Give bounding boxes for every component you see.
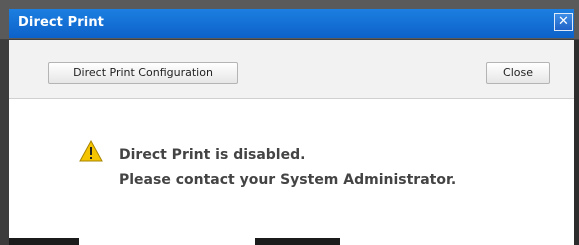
message-line-1: Direct Print is disabled. (119, 147, 306, 163)
message-line-2: Please contact your System Administrator… (119, 172, 457, 188)
close-button[interactable]: Close (486, 62, 550, 84)
left-border (0, 40, 9, 245)
dialog-title: Direct Print (18, 15, 104, 30)
direct-print-dialog: Direct Print ✕ Direct Print Configuratio… (0, 0, 579, 245)
toolbar: Direct Print Configuration Close (9, 40, 574, 99)
close-icon[interactable]: ✕ (554, 13, 573, 31)
bottom-edge-left (9, 238, 79, 245)
direct-print-configuration-button[interactable]: Direct Print Configuration (48, 62, 238, 84)
right-border (574, 40, 579, 245)
bottom-edge-mid (255, 238, 340, 245)
message-area: Direct Print is disabled. Please contact… (9, 100, 574, 245)
warning-icon (79, 140, 103, 162)
title-bar: Direct Print ✕ (0, 0, 579, 40)
